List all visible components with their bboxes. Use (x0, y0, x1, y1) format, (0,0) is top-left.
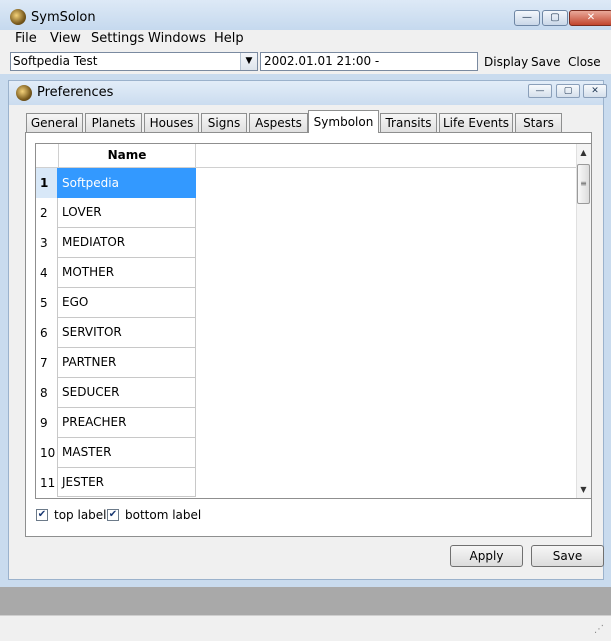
close-icon[interactable]: ✕ (569, 10, 611, 26)
close-button[interactable]: Close (568, 55, 601, 69)
table-row-name[interactable]: PARTNER (57, 348, 196, 378)
menu-file[interactable]: File (15, 31, 37, 46)
bottom-label-checkbox[interactable]: ✔ (107, 509, 119, 521)
table-row-name[interactable]: JESTER (57, 468, 196, 497)
row-number[interactable]: 3 (36, 228, 57, 258)
pref-maximize-icon[interactable]: ▢ (556, 84, 580, 98)
tab-planets[interactable]: Planets (85, 113, 142, 132)
table-row-name[interactable]: PREACHER (57, 408, 196, 438)
save-button[interactable]: Save (531, 55, 560, 69)
row-number[interactable]: 9 (36, 408, 57, 438)
row-number[interactable]: 2 (36, 198, 57, 228)
tab-life-events[interactable]: Life Events (439, 113, 513, 132)
tab-aspests[interactable]: Aspests (249, 113, 308, 132)
row-number[interactable]: 1 (36, 168, 57, 198)
table-row-name[interactable]: MEDIATOR (57, 228, 196, 258)
preferences-save-button[interactable]: Save (531, 545, 604, 567)
tab-general[interactable]: General (26, 113, 83, 132)
row-number[interactable]: 4 (36, 258, 57, 288)
top-label-text: top label (54, 508, 107, 522)
mdi-background (8, 587, 606, 615)
table-row-name[interactable]: EGO (57, 288, 196, 318)
tab-signs[interactable]: Signs (201, 113, 247, 132)
scroll-down-icon[interactable]: ▼ (576, 482, 591, 497)
app-logo-icon (10, 9, 26, 25)
table-row-name[interactable]: Softpedia (57, 168, 196, 198)
minimize-icon[interactable]: — (514, 10, 540, 26)
scroll-up-icon[interactable]: ▲ (576, 145, 591, 160)
pref-minimize-icon[interactable]: — (528, 84, 552, 98)
pref-close-icon[interactable]: ✕ (583, 84, 607, 98)
menu-view[interactable]: View (50, 31, 81, 46)
row-number[interactable]: 7 (36, 348, 57, 378)
menu-windows[interactable]: Windows (148, 31, 206, 46)
scroll-thumb[interactable]: ≡ (577, 164, 590, 204)
chevron-down-icon[interactable]: ▼ (240, 53, 257, 70)
table-row-name[interactable]: MASTER (57, 438, 196, 468)
table-row-name[interactable]: SEDUCER (57, 378, 196, 408)
table-row-name[interactable]: MOTHER (57, 258, 196, 288)
menu-settings[interactable]: Settings (91, 31, 144, 46)
name-column-header[interactable]: Name (58, 144, 196, 167)
chart-selector-value: Softpedia Test (13, 54, 98, 68)
display-button[interactable]: Display (484, 55, 528, 69)
tab-stars[interactable]: Stars (515, 113, 562, 132)
resize-grip-icon[interactable]: ⋰ (594, 624, 606, 636)
table-row-name[interactable]: SERVITOR (57, 318, 196, 348)
row-number[interactable]: 10 (36, 438, 57, 468)
menu-help[interactable]: Help (214, 31, 244, 46)
app-title: SymSolon (31, 10, 96, 25)
tab-houses[interactable]: Houses (144, 113, 199, 132)
top-label-checkbox[interactable]: ✔ (36, 509, 48, 521)
tab-symbolon[interactable]: Symbolon (308, 110, 379, 133)
tab-transits[interactable]: Transits (380, 113, 437, 132)
preferences-title: Preferences (37, 85, 114, 100)
table-row-name[interactable]: LOVER (57, 198, 196, 228)
row-number[interactable]: 8 (36, 378, 57, 408)
preferences-logo-icon (16, 85, 32, 101)
status-bar (0, 615, 611, 641)
maximize-icon[interactable]: ▢ (542, 10, 568, 26)
bottom-label-text: bottom label (125, 508, 202, 522)
apply-button[interactable]: Apply (450, 545, 523, 567)
row-number[interactable]: 5 (36, 288, 57, 318)
row-number[interactable]: 11 (36, 468, 57, 498)
date-input[interactable]: 2002.01.01 21:00 - (260, 52, 478, 71)
row-number[interactable]: 6 (36, 318, 57, 348)
